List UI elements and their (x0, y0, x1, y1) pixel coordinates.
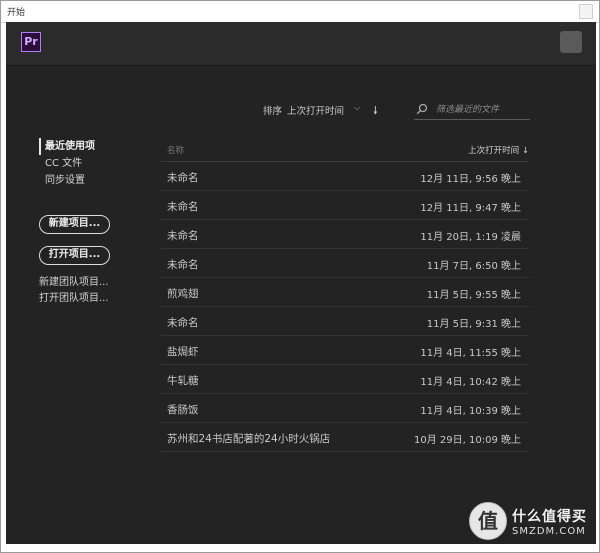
file-time: 11月 4日, 10:42 晚上 (420, 377, 521, 388)
title-bar: 开始 (1, 1, 599, 23)
table-row[interactable]: 香肠饭 11月 4日, 10:39 晚上 (161, 394, 529, 423)
account-button[interactable] (560, 31, 582, 53)
file-name: 未命名 (167, 317, 199, 329)
watermark-subtext: SMZDM.COM (512, 526, 586, 537)
search-box (414, 101, 532, 120)
team-project-links: 新建团队项目... 打开团队项目... (39, 275, 109, 307)
file-time: 11月 7日, 6:50 晚上 (426, 261, 521, 272)
file-name: 香肠饭 (167, 404, 199, 416)
file-time: 11月 4日, 11:55 晚上 (420, 348, 521, 359)
sort-dropdown[interactable]: 上次打开时间 (287, 103, 344, 117)
premiere-logo: Pr (21, 32, 41, 52)
watermark-logo: 值 (469, 502, 507, 540)
sidebar-nav: 最近使用项 CC 文件 同步设置 (39, 138, 95, 189)
open-team-project-link[interactable]: 打开团队项目... (39, 291, 109, 307)
app-header: Pr (6, 22, 596, 66)
recent-files-table: 名称 上次打开时间 ↓ 未命名 12月 11日, 9:56 晚上 未命名 12月 1… (161, 138, 529, 452)
table-row[interactable]: 牛轧糖 11月 4日, 10:42 晚上 (161, 365, 529, 394)
table-row[interactable]: 未命名 11月 7日, 6:50 晚上 (161, 249, 529, 278)
table-row[interactable]: 苏州和24书店配著的24小时火锅店 10月 29日, 10:09 晚上 (161, 423, 529, 452)
file-name: 未命名 (167, 259, 199, 271)
column-header-last-opened[interactable]: 上次打开时间 ↓ (468, 144, 529, 156)
file-name: 盐焗虾 (167, 346, 199, 358)
search-icon (416, 103, 428, 115)
file-name: 未命名 (167, 230, 199, 242)
arrow-down-icon[interactable]: 🠗 (373, 102, 378, 121)
sort-label: 排序 (263, 106, 283, 117)
window: 开始 Pr 排序 上次打开时间 ⌵ 🠗 最近使用项 CC 文件 同步设置 新建项… (0, 0, 600, 553)
file-name: 苏州和24书店配著的24小时火锅店 (167, 433, 331, 445)
file-time: 12月 11日, 9:47 晚上 (420, 203, 521, 214)
chevron-down-icon[interactable]: ⌵ (354, 103, 360, 113)
file-name: 未命名 (167, 201, 199, 213)
file-name: 牛轧糖 (167, 375, 199, 387)
file-time: 11月 20日, 1:19 凌晨 (420, 232, 521, 243)
table-row[interactable]: 未命名 12月 11日, 9:56 晚上 (161, 162, 529, 191)
search-input[interactable] (434, 101, 532, 119)
open-project-button[interactable]: 打开项目... (39, 246, 110, 265)
table-row[interactable]: 盐焗虾 11月 4日, 11:55 晚上 (161, 336, 529, 365)
file-time: 12月 11日, 9:56 晚上 (420, 174, 521, 185)
column-header-name[interactable]: 名称 (167, 144, 184, 156)
new-project-button[interactable]: 新建项目... (39, 215, 110, 234)
start-screen: Pr 排序 上次打开时间 ⌵ 🠗 最近使用项 CC 文件 同步设置 新建项目..… (6, 22, 596, 544)
window-title: 开始 (7, 8, 26, 18)
watermark-text: 什么值得买 (512, 509, 587, 525)
file-time: 11月 4日, 10:39 晚上 (420, 406, 521, 417)
table-row[interactable]: 未命名 11月 5日, 9:31 晚上 (161, 307, 529, 336)
table-row[interactable]: 煎鸡翅 11月 5日, 9:55 晚上 (161, 278, 529, 307)
new-team-project-link[interactable]: 新建团队项目... (39, 275, 109, 291)
file-name: 煎鸡翅 (167, 288, 199, 300)
sidebar-item-recent[interactable]: 最近使用项 (39, 138, 95, 155)
table-row[interactable]: 未命名 11月 20日, 1:19 凌晨 (161, 220, 529, 249)
sidebar-item-sync-settings[interactable]: 同步设置 (39, 172, 95, 189)
file-time: 11月 5日, 9:31 晚上 (426, 319, 521, 330)
table-header: 名称 上次打开时间 ↓ (161, 138, 529, 162)
file-name: 未命名 (167, 172, 199, 184)
sidebar-item-cc-files[interactable]: CC 文件 (39, 155, 95, 172)
file-time: 11月 5日, 9:55 晚上 (426, 290, 521, 301)
smzdm-watermark: 值 什么值得买 SMZDM.COM (462, 499, 600, 549)
close-button[interactable] (579, 4, 593, 19)
table-row[interactable]: 未命名 12月 11日, 9:47 晚上 (161, 191, 529, 220)
file-time: 10月 29日, 10:09 晚上 (414, 435, 521, 446)
